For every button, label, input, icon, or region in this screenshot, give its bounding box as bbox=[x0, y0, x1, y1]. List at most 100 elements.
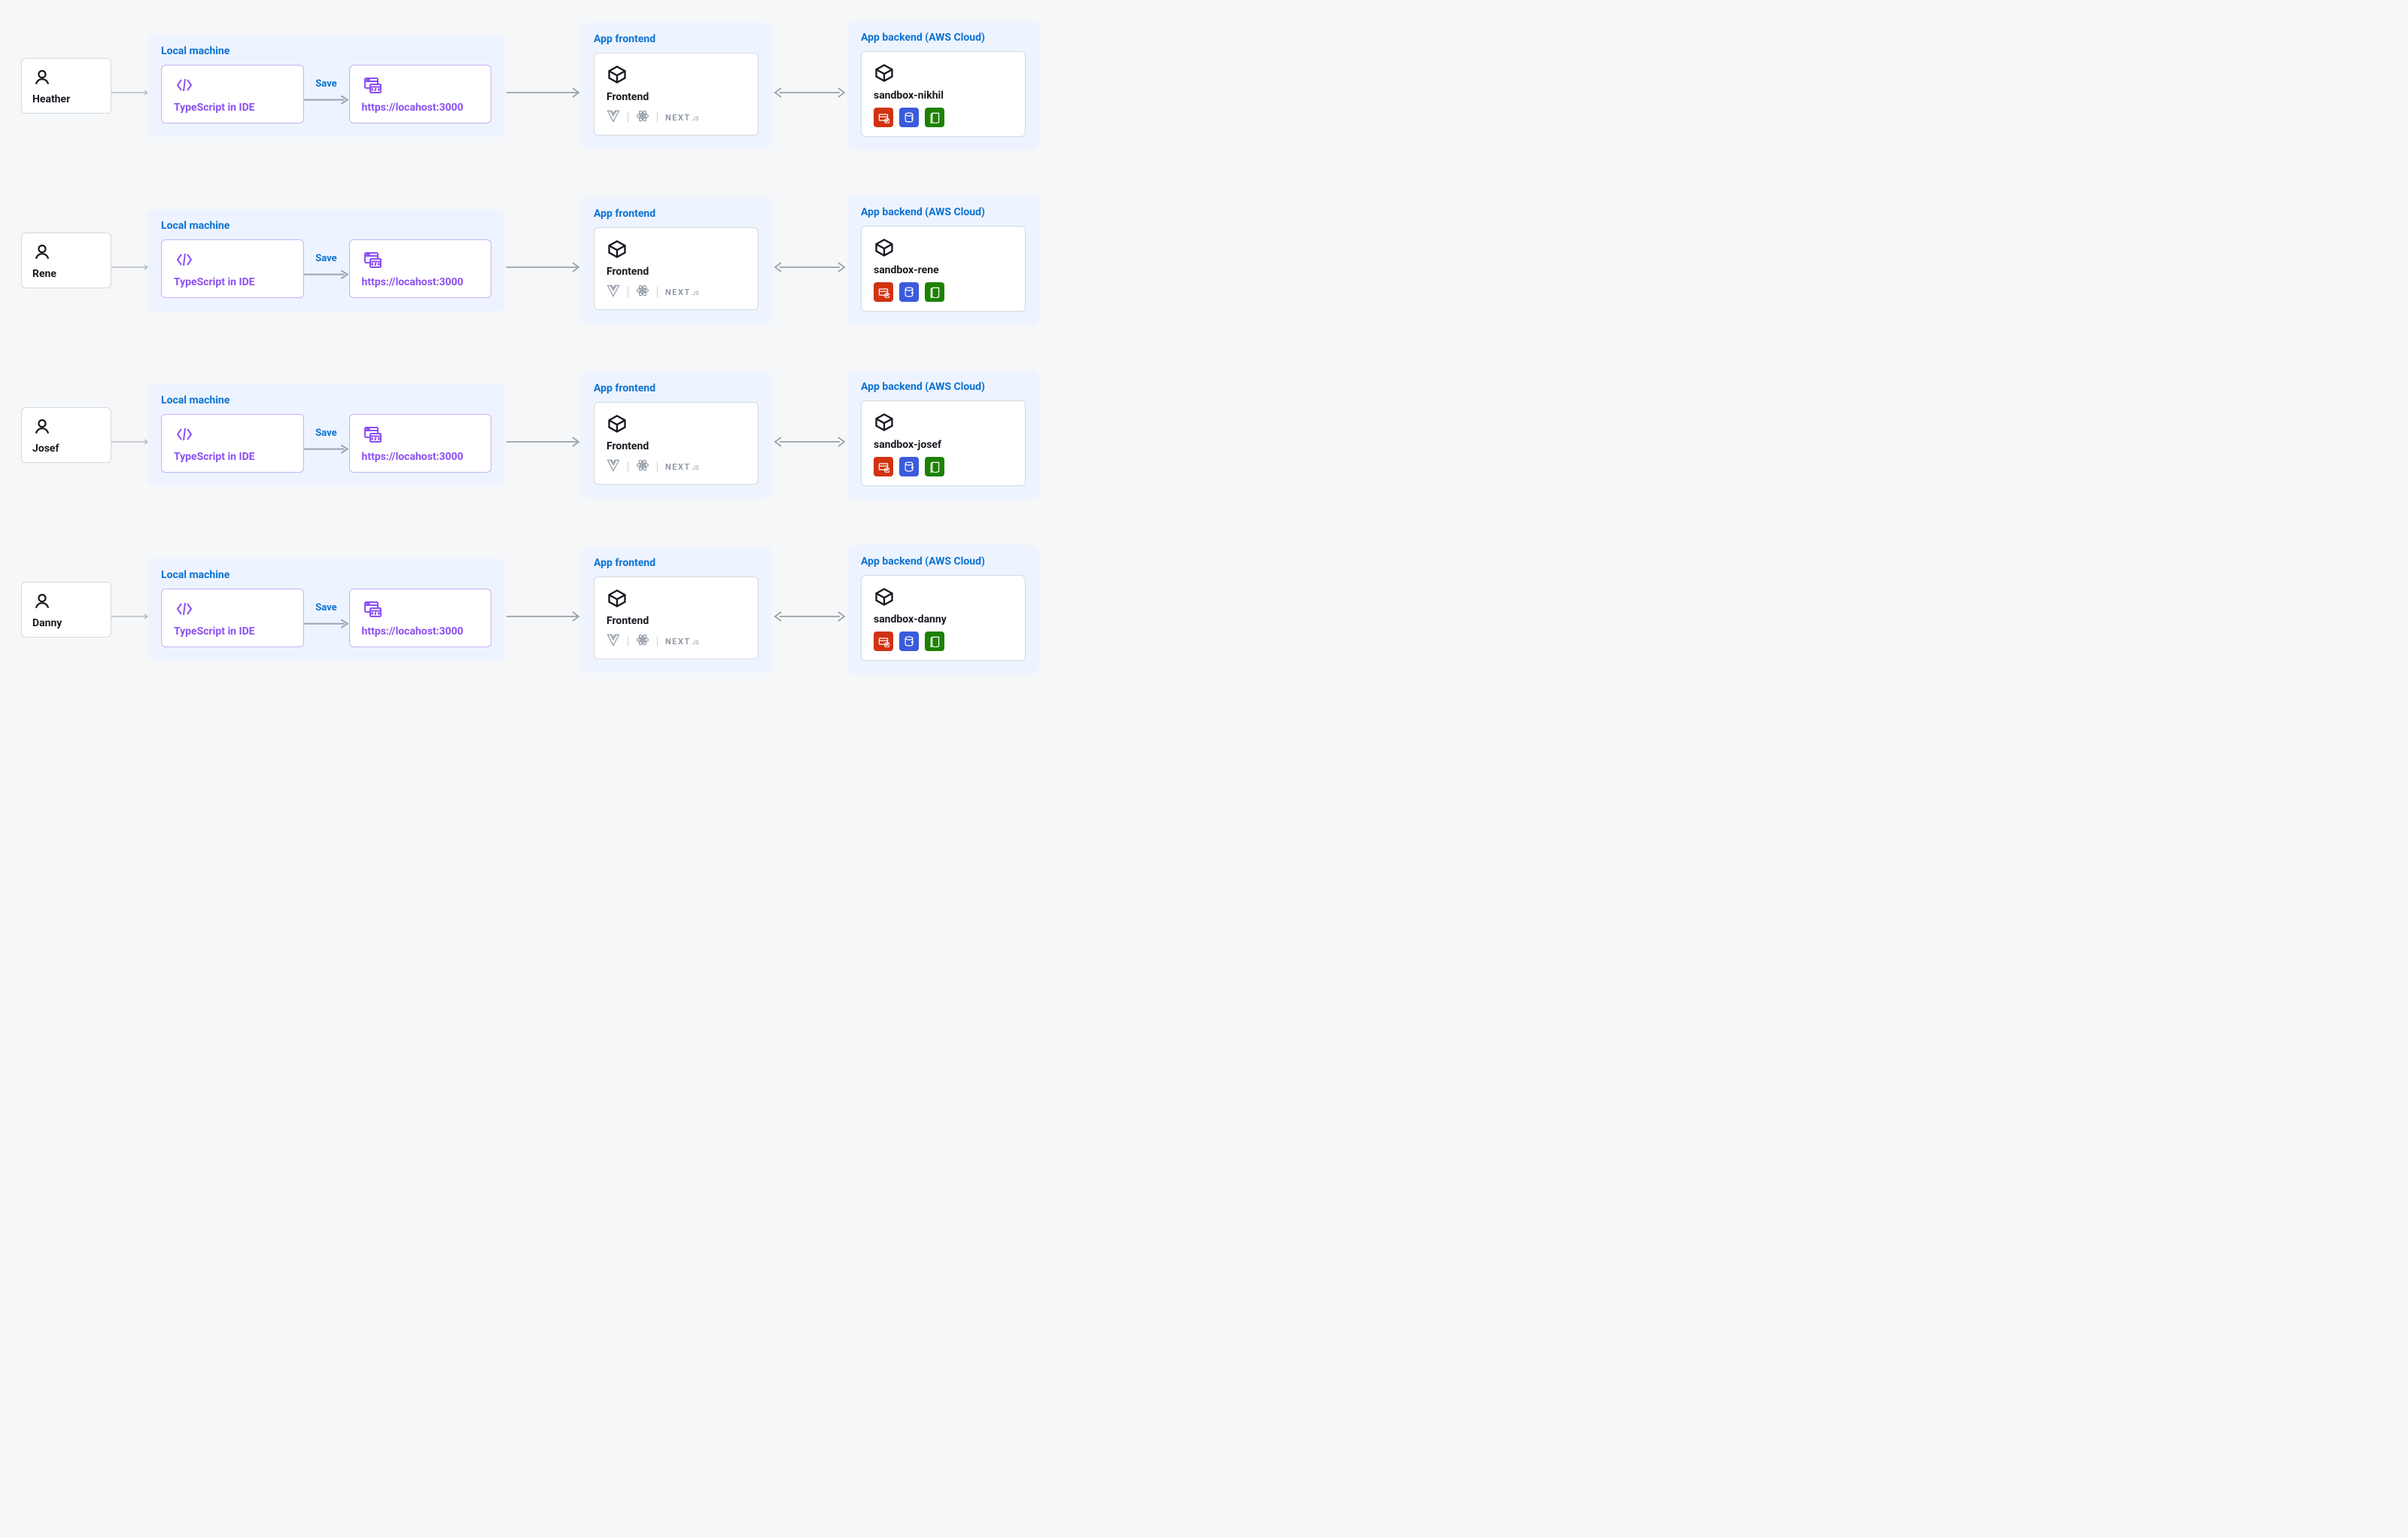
user-card: Heather bbox=[21, 58, 111, 114]
aws-service-green-icon bbox=[925, 632, 944, 651]
save-arrow-icon bbox=[304, 442, 349, 456]
localhost-card: https://locahost:3000 bbox=[349, 589, 492, 647]
code-icon bbox=[174, 251, 291, 269]
save-arrow-label: Save bbox=[304, 428, 349, 439]
save-arrow-group: Save bbox=[304, 78, 349, 110]
localhost-url-label: https://locahost:3000 bbox=[362, 625, 479, 638]
backend-card: sandbox-josef bbox=[861, 400, 1026, 486]
local-machine-title: Local machine bbox=[161, 220, 491, 232]
local-machine-panel: Local machine TypeScript in IDE Save bbox=[147, 35, 505, 137]
browser-icon bbox=[362, 600, 479, 618]
frontend-card-label: Frontend bbox=[607, 266, 746, 278]
app-frontend-title: App frontend bbox=[594, 382, 759, 394]
arrow-user-to-local bbox=[111, 435, 147, 449]
frontend-tech-row: NEXT.JS bbox=[607, 633, 746, 650]
browser-icon bbox=[362, 76, 479, 94]
user-icon bbox=[32, 68, 100, 87]
app-backend-panel: App backend (AWS Cloud) sandbox-rene bbox=[847, 196, 1039, 325]
react-icon bbox=[636, 458, 649, 475]
frontend-card: Frontend NEXT.JS bbox=[594, 53, 759, 135]
aws-service-blue-icon bbox=[899, 282, 919, 302]
app-backend-panel: App backend (AWS Cloud) sandbox-josef bbox=[847, 370, 1039, 500]
save-arrow-group: Save bbox=[304, 602, 349, 634]
aws-service-red-icon bbox=[874, 282, 893, 302]
package-icon bbox=[607, 413, 746, 434]
tech-divider bbox=[657, 112, 658, 123]
aws-service-green-icon bbox=[925, 457, 944, 476]
developer-row: Heather Local machine TypeScript in IDE … bbox=[21, 21, 1039, 151]
aws-service-green-icon bbox=[925, 282, 944, 302]
user-card: Rene bbox=[21, 233, 111, 288]
backend-services-row bbox=[874, 282, 1013, 302]
local-machine-panel: Local machine TypeScript in IDE Save bbox=[147, 209, 505, 312]
app-backend-title: App backend (AWS Cloud) bbox=[861, 206, 1026, 218]
browser-icon bbox=[362, 425, 479, 443]
frontend-card: Frontend NEXT.JS bbox=[594, 402, 759, 485]
package-icon bbox=[607, 64, 746, 85]
tech-divider bbox=[657, 287, 658, 297]
user-icon bbox=[32, 417, 100, 437]
nextjs-logo-text: NEXT.JS bbox=[665, 637, 699, 647]
vue-icon bbox=[607, 109, 620, 126]
arrow-frontend-to-backend bbox=[772, 86, 847, 99]
nextjs-logo-text: NEXT.JS bbox=[665, 288, 699, 297]
arrow-frontend-to-backend bbox=[772, 435, 847, 449]
package-icon bbox=[607, 239, 746, 260]
user-name-label: Heather bbox=[32, 93, 100, 105]
localhost-url-label: https://locahost:3000 bbox=[362, 102, 479, 114]
aws-service-blue-icon bbox=[899, 632, 919, 651]
localhost-url-label: https://locahost:3000 bbox=[362, 276, 479, 288]
frontend-tech-row: NEXT.JS bbox=[607, 458, 746, 475]
user-icon bbox=[32, 592, 100, 611]
developer-row: Rene Local machine TypeScript in IDE Sav… bbox=[21, 196, 1039, 325]
arrow-frontend-to-backend bbox=[772, 260, 847, 274]
ide-card: TypeScript in IDE bbox=[161, 239, 304, 298]
app-backend-panel: App backend (AWS Cloud) sandbox-danny bbox=[847, 545, 1039, 674]
frontend-card-label: Frontend bbox=[607, 440, 746, 452]
backend-services-row bbox=[874, 457, 1013, 476]
package-icon bbox=[874, 586, 1013, 607]
backend-card: sandbox-rene bbox=[861, 226, 1026, 312]
arrow-user-to-local bbox=[111, 260, 147, 274]
user-name-label: Danny bbox=[32, 617, 100, 629]
save-arrow-icon bbox=[304, 267, 349, 282]
user-card: Josef bbox=[21, 407, 111, 463]
package-icon bbox=[607, 588, 746, 609]
arrow-local-to-frontend bbox=[505, 260, 580, 274]
save-arrow-label: Save bbox=[304, 253, 349, 264]
local-machine-title: Local machine bbox=[161, 394, 491, 406]
app-backend-title: App backend (AWS Cloud) bbox=[861, 32, 1026, 44]
backend-card: sandbox-danny bbox=[861, 575, 1026, 661]
backend-sandbox-label: sandbox-rene bbox=[874, 264, 1013, 276]
app-backend-title: App backend (AWS Cloud) bbox=[861, 381, 1026, 393]
app-backend-title: App backend (AWS Cloud) bbox=[861, 555, 1026, 568]
arrow-local-to-frontend bbox=[505, 610, 580, 623]
arrow-frontend-to-backend bbox=[772, 610, 847, 623]
frontend-card: Frontend NEXT.JS bbox=[594, 227, 759, 310]
aws-service-red-icon bbox=[874, 457, 893, 476]
react-icon bbox=[636, 109, 649, 126]
user-name-label: Rene bbox=[32, 268, 100, 280]
save-arrow-group: Save bbox=[304, 428, 349, 459]
ide-card-label: TypeScript in IDE bbox=[174, 276, 291, 288]
user-icon bbox=[32, 242, 100, 262]
localhost-card: https://locahost:3000 bbox=[349, 414, 492, 473]
code-icon bbox=[174, 600, 291, 618]
backend-card: sandbox-nikhil bbox=[861, 51, 1026, 137]
app-frontend-panel: App frontend Frontend NEXT.JS bbox=[580, 23, 772, 149]
ide-card-label: TypeScript in IDE bbox=[174, 451, 291, 463]
backend-services-row bbox=[874, 108, 1013, 127]
browser-icon bbox=[362, 251, 479, 269]
aws-service-red-icon bbox=[874, 632, 893, 651]
app-frontend-panel: App frontend Frontend NEXT.JS bbox=[580, 372, 772, 498]
nextjs-logo-text: NEXT.JS bbox=[665, 462, 699, 472]
localhost-card: https://locahost:3000 bbox=[349, 65, 492, 123]
nextjs-logo-text: NEXT.JS bbox=[665, 113, 699, 123]
arrow-user-to-local bbox=[111, 86, 147, 99]
local-machine-panel: Local machine TypeScript in IDE Save bbox=[147, 558, 505, 661]
developer-row: Josef Local machine TypeScript in IDE Sa… bbox=[21, 370, 1039, 500]
user-name-label: Josef bbox=[32, 443, 100, 455]
backend-sandbox-label: sandbox-nikhil bbox=[874, 90, 1013, 102]
code-icon bbox=[174, 425, 291, 443]
package-icon bbox=[874, 412, 1013, 433]
